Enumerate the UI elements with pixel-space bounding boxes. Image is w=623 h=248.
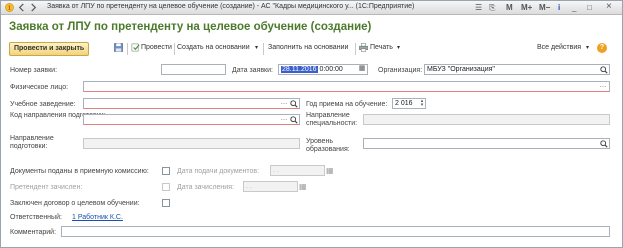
calendar-icon[interactable]: ▦: [357, 65, 367, 74]
toolbar-separator: [174, 43, 175, 55]
back-icon[interactable]: [17, 3, 26, 12]
search-icon[interactable]: [290, 100, 298, 108]
info-icon[interactable]: i: [558, 3, 560, 12]
print-icon: [359, 43, 368, 52]
responsible-link[interactable]: 1 Работник К.С.: [72, 214, 123, 221]
documents-submitted-checkbox[interactable]: [162, 167, 170, 175]
education-level-input[interactable]: [363, 138, 610, 149]
print-button[interactable]: Печать: [370, 44, 393, 51]
title-bar: 1 Заявка от ЛПУ по претенденту на целево…: [1, 1, 622, 15]
select-ellipsis-icon[interactable]: …: [279, 115, 289, 124]
date-time-value: 0:00:00: [319, 66, 343, 73]
print-chevron-down-icon[interactable]: ▾: [397, 44, 400, 51]
forward-icon[interactable]: [29, 3, 38, 12]
copy-icon[interactable]: ⎘: [489, 3, 495, 13]
save-icon[interactable]: [114, 43, 123, 52]
preparation-direction-field: [83, 138, 300, 149]
year-stepper-icon[interactable]: ▴ ▾: [419, 99, 425, 108]
enrolled-date-calendar-icon: ▦: [299, 182, 307, 191]
enrolled-label: Претендент зачислен:: [10, 184, 83, 191]
date-value: 28.11.2016: [281, 66, 318, 73]
code-input[interactable]: …: [83, 114, 300, 125]
comment-label: Комментарий:: [10, 229, 57, 236]
fill-based-on-button[interactable]: Заполнить на основании: [268, 44, 348, 51]
all-actions-button[interactable]: Все действия: [537, 44, 581, 51]
toolbar-separator: [355, 43, 356, 55]
menu-icon[interactable]: ☰: [475, 3, 482, 12]
enrolled-date-label: Дата зачисления:: [177, 184, 234, 191]
all-actions-chevron-down-icon[interactable]: ▾: [586, 44, 589, 51]
post-icon: [131, 43, 140, 52]
command-bar: Провести и закрыть Провести Создать на о…: [7, 42, 617, 57]
enrolled-checkbox: [162, 183, 170, 191]
person-label: Физическое лицо:: [10, 84, 69, 91]
memory-minus-icon[interactable]: M−: [539, 3, 550, 12]
maximize-icon[interactable]: □: [587, 3, 592, 12]
create-based-on-button[interactable]: Создать на основании: [177, 44, 250, 51]
contract-checkbox[interactable]: [162, 199, 170, 207]
specialty-direction-field: [363, 114, 610, 125]
post-and-close-button[interactable]: Провести и закрыть: [9, 42, 90, 56]
year-label: Год приема на обучение:: [306, 101, 388, 108]
number-input[interactable]: [161, 64, 226, 75]
documents-date-label: Дата подачи документов:: [177, 168, 260, 175]
person-input[interactable]: …: [83, 81, 610, 92]
organization-input[interactable]: МБУЗ "Организация": [424, 64, 610, 75]
select-ellipsis-icon[interactable]: …: [279, 99, 289, 108]
search-icon[interactable]: [600, 66, 608, 74]
enrolled-date-field: . .: [243, 181, 298, 192]
window-title: Заявка от ЛПУ по претенденту на целевое …: [47, 3, 415, 10]
toolbar-separator: [127, 43, 128, 55]
toolbar-separator: [263, 43, 264, 55]
education-level-label: Уровень образования:: [306, 138, 350, 153]
memory-plus-icon[interactable]: M+: [521, 3, 532, 12]
responsible-label: Ответственный:: [10, 214, 62, 221]
specialty-direction-label: Направление специальности:: [306, 112, 358, 127]
search-icon[interactable]: [290, 116, 298, 124]
minimize-icon[interactable]: _: [572, 3, 576, 12]
select-ellipsis-icon[interactable]: …: [598, 82, 608, 91]
school-input[interactable]: …: [83, 98, 300, 109]
contract-label: Заключен договор о целевом обучении:: [10, 200, 140, 207]
date-label: Дата заявки:: [232, 67, 273, 74]
window: 1 Заявка от ЛПУ по претенденту на целево…: [0, 0, 623, 248]
search-icon[interactable]: [600, 140, 608, 148]
help-icon[interactable]: ?: [597, 43, 607, 53]
close-icon[interactable]: ×: [606, 1, 612, 12]
preparation-direction-label: Направление подготовки:: [10, 135, 54, 150]
form-title: Заявка от ЛПУ по претенденту на целевое …: [9, 21, 372, 33]
documents-date-calendar-icon: ▦: [326, 166, 334, 175]
app-logo-icon: 1: [5, 3, 14, 12]
documents-date-field: . .: [270, 165, 325, 176]
post-button[interactable]: Провести: [141, 44, 172, 51]
documents-submitted-label: Документы поданы в приемную комиссию:: [10, 168, 149, 175]
date-input[interactable]: 28.11.2016 0:00:00 ▦: [278, 64, 368, 75]
organization-label: Организация:: [378, 67, 423, 74]
number-label: Номер заявки:: [10, 67, 58, 74]
create-based-chevron-down-icon[interactable]: ▾: [255, 44, 258, 51]
svg-text:1: 1: [8, 6, 11, 12]
comment-input[interactable]: [61, 226, 610, 237]
school-label: Учебное заведение:: [10, 101, 76, 108]
year-input[interactable]: 2 016 ▴ ▾: [392, 98, 426, 109]
memory-icon[interactable]: M: [506, 3, 513, 12]
